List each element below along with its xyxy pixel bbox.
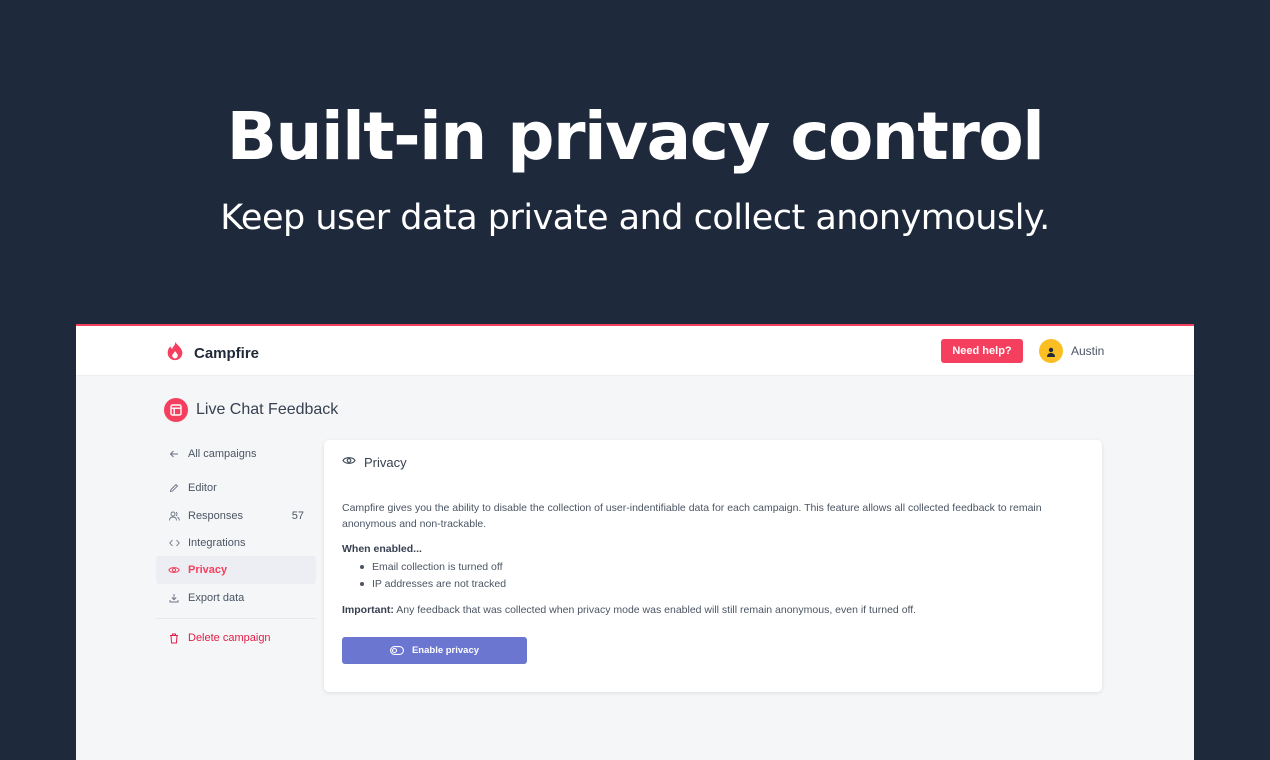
app-window: Campfire Need help? Austin Live Chat Fee… — [76, 324, 1194, 760]
when-enabled-heading: When enabled... — [342, 543, 422, 555]
user-icon — [1046, 342, 1056, 361]
sidebar-item-privacy[interactable]: Privacy — [156, 556, 316, 584]
sidebar-item-export-data[interactable]: Export data — [156, 584, 316, 612]
enable-privacy-button[interactable]: Enable privacy — [342, 637, 527, 664]
layout-icon — [164, 398, 188, 422]
page-header: Live Chat Feedback — [164, 398, 338, 422]
delete-campaign-button[interactable]: Delete campaign — [156, 624, 316, 652]
sidebar-item-label: Export data — [188, 592, 245, 604]
sidebar-item-label: Editor — [188, 482, 217, 494]
code-icon — [168, 537, 180, 549]
sidebar-item-responses[interactable]: Responses 57 — [156, 502, 316, 530]
responses-count: 57 — [291, 510, 304, 522]
privacy-card: Privacy Campfire gives you the ability t… — [324, 440, 1102, 692]
toggle-icon — [390, 646, 404, 655]
brand-logo[interactable]: Campfire — [164, 340, 259, 366]
need-help-button[interactable]: Need help? — [941, 339, 1023, 363]
eye-icon — [168, 564, 180, 576]
list-item: Email collection is turned off — [360, 559, 506, 576]
download-icon — [168, 592, 180, 604]
trash-icon — [168, 632, 180, 644]
card-header: Privacy — [342, 453, 407, 471]
sidebar-item-label: All campaigns — [188, 448, 257, 460]
page-title: Live Chat Feedback — [196, 401, 339, 418]
eye-icon — [342, 453, 356, 471]
top-bar: Campfire Need help? Austin — [76, 326, 1194, 376]
avatar — [1039, 339, 1063, 363]
user-name: Austin — [1071, 344, 1105, 358]
sidebar-item-editor[interactable]: Editor — [156, 474, 316, 502]
sidebar-divider — [156, 618, 316, 619]
important-note: Important: Any feedback that was collect… — [342, 604, 916, 616]
list-item: IP addresses are not tracked — [360, 576, 506, 593]
card-title: Privacy — [364, 454, 407, 470]
important-text: Any feedback that was collected when pri… — [393, 604, 917, 616]
delete-campaign-label: Delete campaign — [188, 632, 271, 644]
sidebar-item-label: Privacy — [188, 564, 228, 576]
hero-title: Built-in privacy control — [226, 98, 1045, 175]
flame-icon — [164, 340, 186, 366]
sidebar-item-label: Integrations — [188, 537, 246, 549]
sidebar-item-label: Responses — [188, 510, 244, 522]
arrow-left-icon — [168, 448, 180, 460]
user-menu[interactable]: Austin — [1039, 339, 1104, 363]
enabled-effects-list: Email collection is turned off IP addres… — [360, 559, 506, 592]
sidebar-item-all-campaigns[interactable]: All campaigns — [156, 440, 316, 468]
pencil-icon — [168, 482, 180, 494]
users-icon — [168, 510, 180, 522]
enable-privacy-label: Enable privacy — [411, 645, 480, 656]
brand-name: Campfire — [194, 344, 260, 362]
hero-subtitle: Keep user data private and collect anony… — [220, 198, 1050, 238]
important-label: Important: — [342, 604, 394, 616]
privacy-description: Campfire gives you the ability to disabl… — [342, 502, 1042, 530]
sidebar-item-integrations[interactable]: Integrations — [156, 529, 316, 557]
